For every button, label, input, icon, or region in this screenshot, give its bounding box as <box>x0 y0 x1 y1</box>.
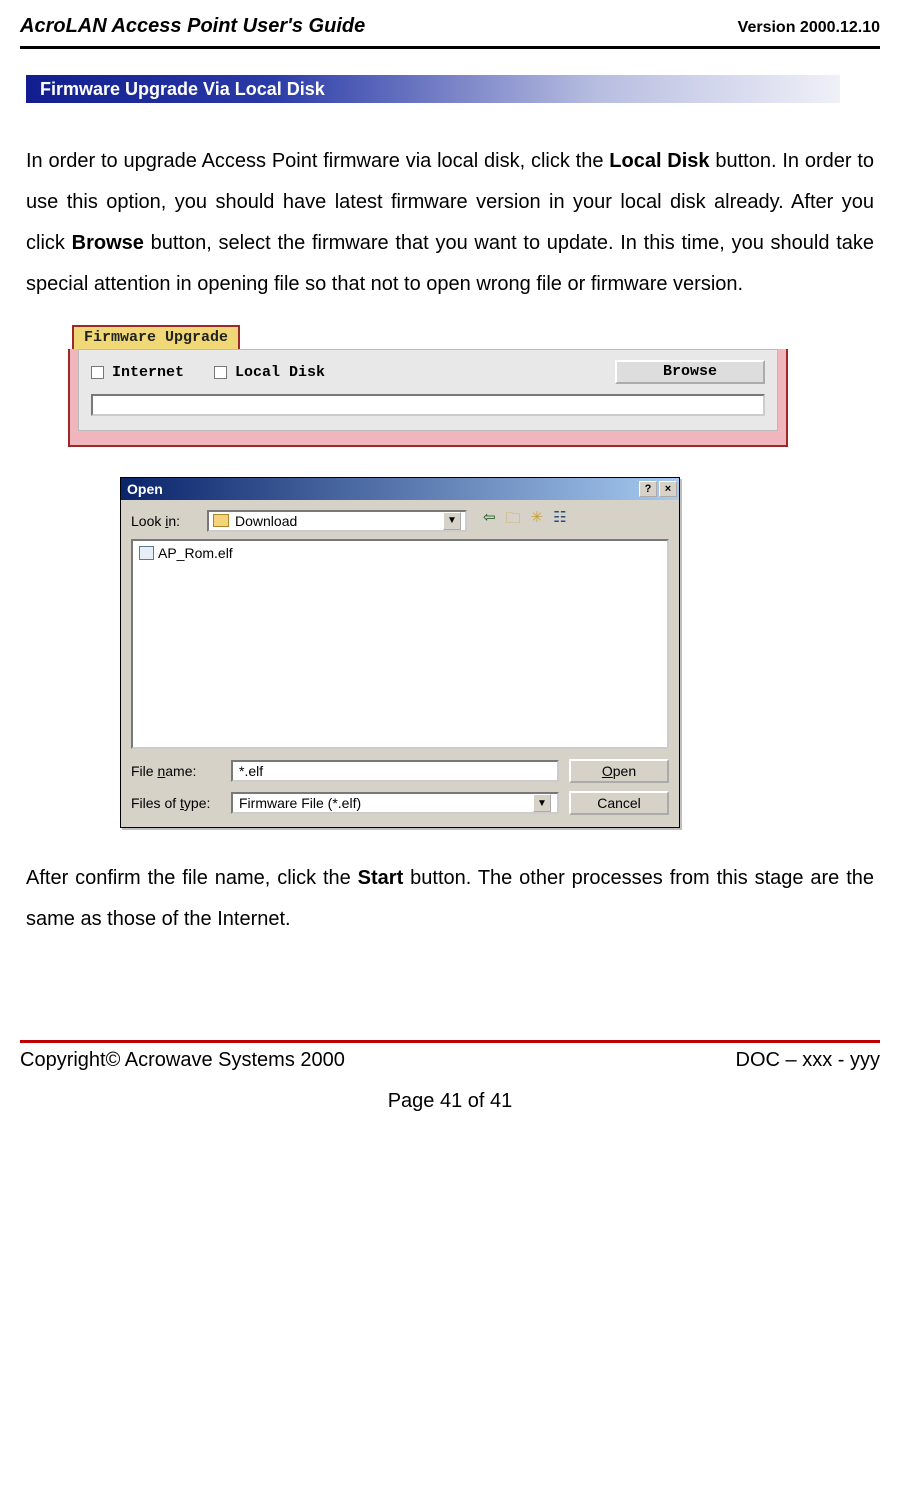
file-name-input[interactable]: *.elf <box>231 760 559 782</box>
page-header: AcroLAN Access Point User's Guide Versio… <box>20 15 880 46</box>
internet-option[interactable]: Internet <box>91 364 184 381</box>
new-folder-icon[interactable]: ✳ <box>531 508 544 533</box>
page-number: Page 41 of 41 <box>20 1090 880 1113</box>
dropdown-icon[interactable]: ▼ <box>533 794 551 812</box>
look-in-text: Look in: <box>131 513 180 529</box>
doc-number: DOC – xxx - yyy <box>736 1049 880 1072</box>
browse-button[interactable]: Browse <box>615 360 765 384</box>
file-item-name: AP_Rom.elf <box>158 545 233 561</box>
p1-bold-browse: Browse <box>72 232 144 254</box>
p2-bold-start: Start <box>358 867 404 889</box>
localdisk-label: Local Disk <box>235 364 325 381</box>
doc-version: Version 2000.12.10 <box>738 19 880 37</box>
dialog-titlebar: Open ? × <box>121 478 679 500</box>
look-in-label: Look in: <box>131 513 201 529</box>
localdisk-option[interactable]: Local Disk <box>214 364 325 381</box>
file-name-label: File name: <box>131 763 221 779</box>
p2-text: After confirm the file name, click the <box>26 867 358 889</box>
paragraph-2: After confirm the file name, click the S… <box>26 858 874 940</box>
firmware-upgrade-tab[interactable]: Firmware Upgrade <box>72 325 240 349</box>
open-dialog-screenshot: Open ? × Look in: Download ▼ ⇦ <box>120 477 880 828</box>
file-name-value: *.elf <box>239 763 263 779</box>
section-heading: Firmware Upgrade Via Local Disk <box>26 75 840 103</box>
view-menu-icon[interactable]: ☷ <box>553 508 566 533</box>
p1-text: In order to upgrade Access Point firmwar… <box>26 150 609 172</box>
files-of-type-label: Files of type: <box>131 795 221 811</box>
help-button[interactable]: ? <box>639 481 657 497</box>
look-in-combo[interactable]: Download ▼ <box>207 510 467 532</box>
paragraph-1: In order to upgrade Access Point firmwar… <box>26 141 874 305</box>
dialog-title: Open <box>127 481 163 497</box>
open-button[interactable]: Open <box>569 759 669 783</box>
files-of-type-value: Firmware File (*.elf) <box>239 795 361 811</box>
internet-label: Internet <box>112 364 184 381</box>
cancel-button[interactable]: Cancel <box>569 791 669 815</box>
file-list-area[interactable]: AP_Rom.elf <box>131 539 669 749</box>
copyright: Copyright© Acrowave Systems 2000 <box>20 1049 345 1072</box>
firmware-path-input[interactable] <box>91 394 765 416</box>
checkbox-icon <box>91 366 104 379</box>
checkbox-icon <box>214 366 227 379</box>
p1-text3: button, select the firmware that you wan… <box>26 232 874 295</box>
page-footer: Copyright© Acrowave Systems 2000 DOC – x… <box>20 1049 880 1072</box>
close-button[interactable]: × <box>659 481 677 497</box>
dropdown-icon[interactable]: ▼ <box>443 512 461 530</box>
header-rule <box>20 46 880 49</box>
nav-icons: ⇦ 🗀 ✳ ☷ <box>483 508 567 533</box>
up-folder-icon[interactable]: 🗀 <box>506 508 521 533</box>
footer-rule <box>20 1040 880 1043</box>
doc-title: AcroLAN Access Point User's Guide <box>20 15 365 38</box>
file-icon <box>139 546 154 560</box>
firmware-panel-screenshot: Firmware Upgrade Internet Local Disk Bro… <box>68 325 880 447</box>
look-in-folder: Download <box>235 513 297 529</box>
folder-icon <box>213 514 229 527</box>
back-icon[interactable]: ⇦ <box>483 508 496 533</box>
p1-bold-localdisk: Local Disk <box>609 150 709 172</box>
file-item[interactable]: AP_Rom.elf <box>139 545 661 561</box>
files-of-type-combo[interactable]: Firmware File (*.elf) ▼ <box>231 792 559 814</box>
